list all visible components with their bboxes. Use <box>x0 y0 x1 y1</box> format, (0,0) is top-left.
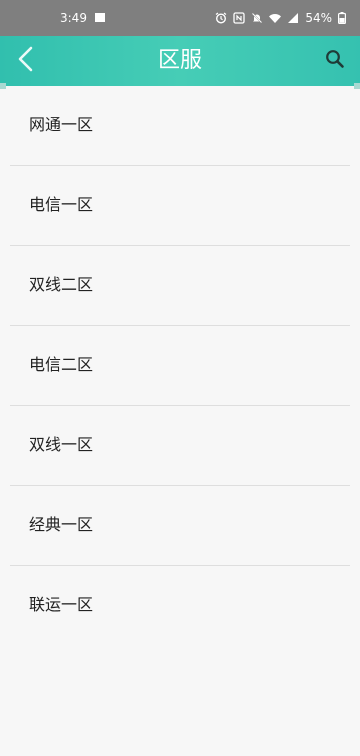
status-time: 3:49 <box>60 11 87 25</box>
page-title: 区服 <box>157 48 202 73</box>
nfc-icon <box>233 12 245 24</box>
status-bar: 3:49 54% <box>0 0 360 36</box>
server-list: 网通一区 电信一区 双线二区 电信二区 双线一区 经典一区 联运一区 <box>0 86 360 645</box>
server-label: 经典一区 <box>29 515 94 534</box>
server-label: 双线二区 <box>29 275 94 294</box>
server-label: 电信一区 <box>29 195 94 214</box>
list-item-server-4[interactable]: 电信二区 <box>10 326 350 406</box>
list-item-server-6[interactable]: 经典一区 <box>10 486 350 566</box>
server-label: 电信二区 <box>29 355 94 374</box>
status-icons: 54% <box>215 10 350 26</box>
server-label: 双线一区 <box>29 435 94 454</box>
search-button[interactable] <box>320 46 350 76</box>
battery-icon <box>338 12 350 24</box>
battery-percentage: 54% <box>305 11 332 25</box>
list-item-server-1[interactable]: 网通一区 <box>10 86 350 166</box>
signal-icon <box>287 12 299 24</box>
list-item-server-3[interactable]: 双线二区 <box>10 246 350 326</box>
list-item-server-2[interactable]: 电信一区 <box>10 166 350 246</box>
server-label: 网通一区 <box>29 115 94 134</box>
mute-bell-icon <box>251 12 263 24</box>
app-bar: 区服 <box>0 36 360 89</box>
list-item-server-7[interactable]: 联运一区 <box>10 566 350 645</box>
alarm-icon <box>215 12 227 24</box>
wifi-icon <box>269 12 282 24</box>
list-item-server-5[interactable]: 双线一区 <box>10 406 350 486</box>
image-notification-icon <box>95 13 105 22</box>
search-icon <box>325 49 345 73</box>
server-label: 联运一区 <box>29 595 94 614</box>
